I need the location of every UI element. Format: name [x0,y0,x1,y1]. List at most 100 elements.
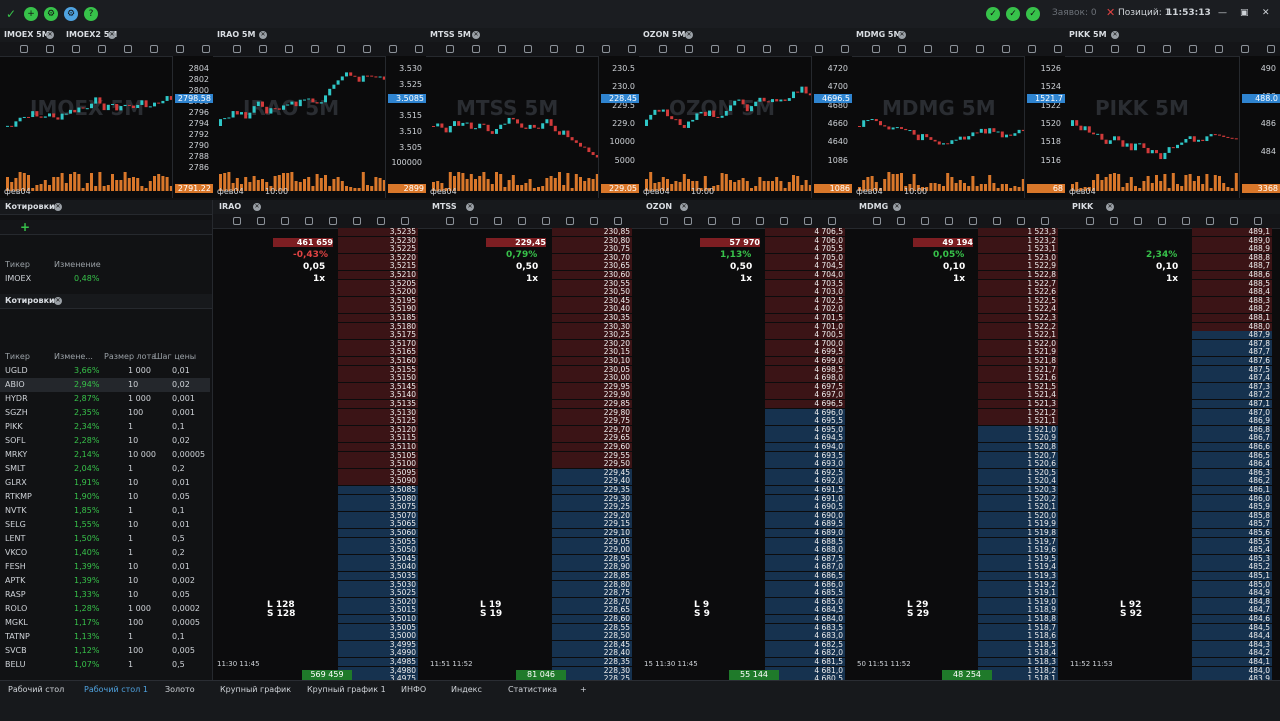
close-icon[interactable]: ✕ [54,297,62,305]
bid-row[interactable]: 486,1 [1192,486,1272,494]
tool-icon[interactable] [1110,217,1118,225]
table-row[interactable]: LENT 1,50% 1 0,5 [0,532,210,546]
ask-row[interactable]: 3,5225 [338,245,418,254]
bid-row[interactable]: 4 688,0 [765,546,845,555]
table-row[interactable]: VKCO 1,40% 1 0,2 [0,546,210,560]
settings-icon[interactable]: ⚙ [44,7,58,21]
tool-icon[interactable] [518,217,526,225]
ask-row[interactable]: 488,1 [1192,314,1272,322]
table-row[interactable]: HYDR 2,87% 1 000 0,001 [0,392,210,406]
orders-count[interactable]: Заявок: 0 [1052,8,1097,18]
close-icon[interactable]: ✕ [685,31,693,39]
tool-icon[interactable] [311,45,319,53]
tool-icon[interactable] [789,45,797,53]
ask-row[interactable]: 4 699,0 [765,357,845,365]
tool-icon[interactable] [780,217,788,225]
bid-row[interactable]: 3,5060 [338,529,418,537]
logo-icon[interactable]: ✓ [4,7,18,21]
bid-row[interactable]: 228,50 [552,632,632,641]
close-icon[interactable]: ✕ [472,31,480,39]
ask-row[interactable]: 489,1 [1192,228,1272,236]
tool-icon[interactable] [659,45,667,53]
ask-row[interactable]: 4 705,5 [765,245,845,254]
add-icon[interactable]: + [24,7,38,21]
bid-row[interactable]: 1 518,6 [978,632,1058,641]
ask-row[interactable]: 488,9 [1192,245,1272,254]
tool-icon[interactable] [329,217,337,225]
bid-row[interactable]: 229,00 [552,546,632,555]
bottom-tab[interactable]: Статистика [508,685,557,694]
tool-icon[interactable] [377,217,385,225]
col-step[interactable]: Шаг цены [154,350,196,364]
tool-icon[interactable] [202,45,210,53]
ask-row[interactable]: 4 704,0 [765,271,845,279]
bottom-tab[interactable]: Рабочий стол [8,685,64,694]
bid-row[interactable]: 1 519,6 [978,546,1058,555]
tool-icon[interactable] [1230,217,1238,225]
table-row[interactable]: SOFL 2,28% 10 0,02 [0,434,210,448]
bid-row[interactable]: 4 685,5 [765,589,845,598]
table-row[interactable]: GLRX 1,91% 10 0,01 [0,476,210,490]
close-icon[interactable]: ✕ [259,31,267,39]
bid-row[interactable]: 487,6 [1192,357,1272,365]
chart-tab[interactable]: MTSS 5M [430,30,471,39]
bid-row[interactable]: 485,9 [1192,503,1272,512]
table-row[interactable]: UGLD 3,66% 1 000 0,01 [0,364,210,378]
col-lot[interactable]: Размер лота [104,350,156,364]
tool-icon[interactable] [921,217,929,225]
bid-row[interactable]: 228,35 [552,658,632,666]
ask-row[interactable]: 1 522,1 [978,331,1058,340]
table-row[interactable]: SVCB 1,12% 100 0,005 [0,644,210,658]
ask-row[interactable]: 1 522,8 [978,271,1058,279]
bid-row[interactable]: 3,5075 [338,503,418,512]
bid-row[interactable]: 4 686,5 [765,572,845,580]
bottom-tab[interactable]: Крупный график [220,685,291,694]
bid-row[interactable]: 487,1 [1192,400,1272,408]
tool-icon[interactable] [1134,217,1142,225]
close-icon[interactable]: ✕ [898,31,906,39]
close-icon[interactable]: ✕ [1111,31,1119,39]
tool-icon[interactable] [872,45,880,53]
tool-icon[interactable] [1137,45,1145,53]
ask-row[interactable]: 3,5150 [338,374,418,383]
tool-icon[interactable] [1054,45,1062,53]
tool-icon[interactable] [969,217,977,225]
tool-icon[interactable] [550,45,558,53]
tool-icon[interactable] [898,45,906,53]
table-row[interactable]: TATNP 1,13% 1 0,1 [0,630,210,644]
tool-icon[interactable] [337,45,345,53]
ask-row[interactable]: 4 700,5 [765,331,845,340]
tool-icon[interactable] [1163,45,1171,53]
bid-row[interactable]: 485,6 [1192,529,1272,537]
tool-icon[interactable] [1111,45,1119,53]
positions-count[interactable]: Позиций: 1 [1118,8,1170,18]
table-row[interactable]: NVTK 1,85% 1 0,1 [0,504,210,518]
bid-row[interactable]: 228,60 [552,615,632,623]
tool-icon[interactable] [353,217,361,225]
tool-icon[interactable] [259,45,267,53]
ask-row[interactable]: 3,5210 [338,271,418,279]
tool-icon[interactable] [684,217,692,225]
tool-icon[interactable] [841,45,849,53]
table-row[interactable]: FESH 1,39% 10 0,01 [0,560,210,574]
tool-icon[interactable] [524,45,532,53]
tool-icon[interactable] [576,45,584,53]
tool-icon[interactable] [46,45,54,53]
bid-row[interactable]: 229,10 [552,529,632,537]
bid-row[interactable]: 3,5085 [338,486,418,494]
ask-row[interactable]: 230,35 [552,314,632,322]
ask-row[interactable]: 230,75 [552,245,632,254]
ask-row[interactable]: 4 706,5 [765,228,845,236]
table-row[interactable]: MGKL 1,17% 100 0,0005 [0,616,210,630]
bid-row[interactable]: 1 520,3 [978,486,1058,494]
ask-row[interactable]: 4 703,0 [765,288,845,297]
tool-icon[interactable] [124,45,132,53]
close-icon[interactable]: ✕ [893,203,901,211]
bid-row[interactable]: 1 520,1 [978,503,1058,512]
bid-row[interactable]: 3,5000 [338,632,418,641]
ask-row[interactable]: 229,50 [552,460,632,469]
ask-row[interactable]: 1 522,3 [978,314,1058,322]
tool-icon[interactable] [20,45,28,53]
tool-icon[interactable] [660,217,668,225]
table-row[interactable]: PIKK 2,34% 1 0,1 [0,420,210,434]
